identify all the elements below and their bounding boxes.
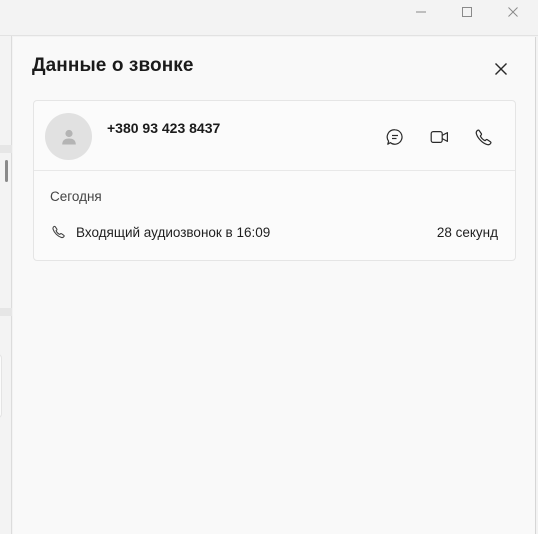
window-close-button[interactable] bbox=[490, 0, 536, 24]
strip-band bbox=[0, 145, 12, 153]
chat-button[interactable] bbox=[381, 123, 409, 151]
minimize-icon bbox=[416, 11, 426, 13]
close-icon bbox=[508, 7, 518, 17]
avatar[interactable] bbox=[45, 113, 92, 160]
chat-bubble-icon bbox=[386, 129, 403, 145]
app-window: Данные о звонке +380 93 423 8437 Сегодня… bbox=[0, 0, 538, 534]
maximize-button[interactable] bbox=[444, 0, 490, 24]
call-description: Входящий аудиозвонок в 16:09 bbox=[76, 225, 271, 240]
call-details-card: +380 93 423 8437 Сегодня Входящий аудиоз… bbox=[33, 100, 516, 261]
audio-call-button[interactable] bbox=[469, 123, 497, 151]
close-icon bbox=[495, 63, 507, 75]
title-bar bbox=[0, 0, 538, 36]
contact-phone-number: +380 93 423 8437 bbox=[107, 120, 221, 136]
phone-icon bbox=[475, 129, 491, 145]
call-history-row: Входящий аудиозвонок в 16:09 28 секунд bbox=[34, 217, 515, 247]
person-icon bbox=[61, 129, 76, 144]
history-day-label: Сегодня bbox=[50, 189, 102, 204]
contact-header: +380 93 423 8437 bbox=[34, 101, 515, 171]
video-call-button[interactable] bbox=[425, 123, 453, 151]
maximize-icon bbox=[462, 7, 472, 17]
call-details-panel: Данные о звонке +380 93 423 8437 Сегодня… bbox=[13, 37, 536, 534]
panel-title: Данные о звонке bbox=[32, 55, 194, 76]
call-duration: 28 секунд bbox=[436, 225, 498, 240]
background-app-strip bbox=[0, 36, 12, 534]
video-camera-icon bbox=[430, 130, 448, 144]
strip-card bbox=[0, 354, 2, 418]
strip-band bbox=[0, 308, 12, 316]
panel-close-button[interactable] bbox=[487, 57, 515, 81]
scrollbar-thumb[interactable] bbox=[5, 160, 8, 182]
minimize-button[interactable] bbox=[398, 0, 444, 24]
phone-icon bbox=[52, 225, 65, 244]
